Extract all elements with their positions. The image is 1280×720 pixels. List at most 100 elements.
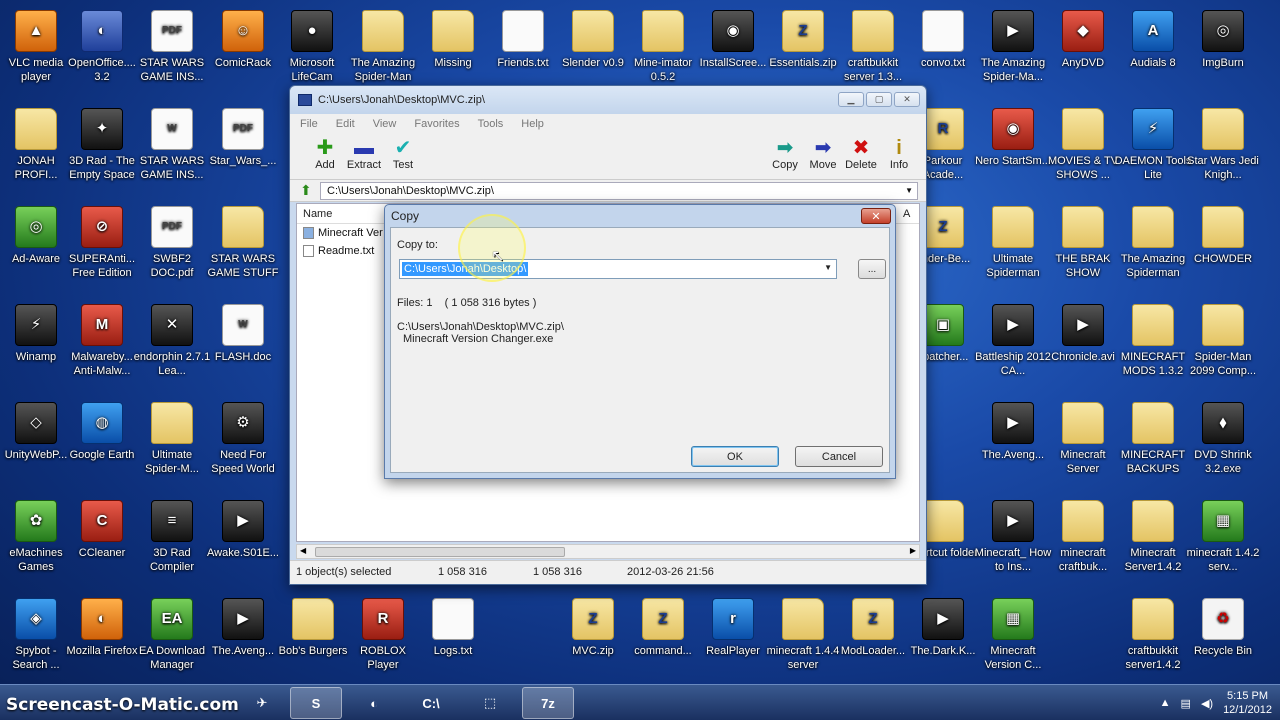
desktop-icon[interactable]: MINECRAFT BACKUPS: [1114, 396, 1192, 486]
desktop-icon[interactable]: ▶ Minecraft_ How to Ins...: [974, 494, 1052, 584]
desktop-icon[interactable]: convo.txt: [904, 4, 982, 94]
desktop-icon[interactable]: ♻ Recycle Bin: [1184, 592, 1262, 682]
desktop-icon[interactable]: The Amazing Spider-Man: [344, 4, 422, 94]
desktop-icon[interactable]: ◎ ImgBurn: [1184, 4, 1262, 94]
desktop-icon[interactable]: ⚙ Need For Speed World: [204, 396, 282, 486]
address-field[interactable]: C:\Users\Jonah\Desktop\MVC.zip\ ▼: [320, 181, 918, 200]
desktop-icon[interactable]: minecraft 1.4.4 server: [764, 592, 842, 682]
scroll-right-icon[interactable]: ▶: [910, 546, 916, 555]
desktop-icon[interactable]: Minecraft Server1.4.2: [1114, 494, 1192, 584]
desktop-icon[interactable]: Bob's Burgers: [274, 592, 352, 682]
browse-button[interactable]: ...: [858, 259, 886, 279]
menu-edit[interactable]: Edit: [336, 118, 355, 130]
desktop-icon[interactable]: W STAR WARS GAME INS...: [133, 102, 211, 192]
desktop-icon[interactable]: PDF Star_Wars_...: [204, 102, 282, 192]
desktop-icon[interactable]: MOVIES & TV SHOWS ...: [1044, 102, 1122, 192]
extract-button[interactable]: ▬ Extract: [343, 137, 385, 171]
desktop-icon[interactable]: Mine-imator 0.5.2: [624, 4, 702, 94]
menu-file[interactable]: File: [300, 118, 318, 130]
desktop-icon[interactable]: ≡ 3D Rad Compiler: [133, 494, 211, 584]
desktop-icon[interactable]: ◐ Mozilla Firefox: [63, 592, 141, 682]
menu-view[interactable]: View: [373, 118, 397, 130]
desktop-icon[interactable]: craftbukkit server 1.3...: [834, 4, 912, 94]
desktop-icon[interactable]: CHOWDER: [1184, 200, 1262, 290]
taskbar-7zip-icon[interactable]: 7z: [522, 687, 574, 719]
add-button[interactable]: ✚ Add: [304, 137, 346, 171]
desktop-icon[interactable]: r RealPlayer: [694, 592, 772, 682]
scroll-left-icon[interactable]: ◀: [300, 546, 306, 555]
menu-favorites[interactable]: Favorites: [414, 118, 459, 130]
close-button[interactable]: ✕: [894, 92, 920, 107]
desktop-icon[interactable]: PDF STAR WARS GAME INS...: [133, 4, 211, 94]
ok-button[interactable]: OK: [691, 446, 779, 467]
desktop-icon[interactable]: ▶ Awake.S01E...: [204, 494, 282, 584]
desktop-icon[interactable]: Z MVC.zip: [554, 592, 632, 682]
desktop-icon[interactable]: Missing: [414, 4, 492, 94]
desktop-icon[interactable]: ▶ The Amazing Spider-Ma...: [974, 4, 1052, 94]
desktop-icon[interactable]: ▶ Chronicle.avi: [1044, 298, 1122, 388]
close-icon[interactable]: ✕: [861, 208, 891, 224]
desktop-icon[interactable]: MINECRAFT MODS 1.3.2: [1114, 298, 1192, 388]
desktop-icon[interactable]: Ultimate Spiderman: [974, 200, 1052, 290]
desktop-icon[interactable]: Z Essentials.zip: [764, 4, 842, 94]
desktop-icon[interactable]: minecraft craftbuk...: [1044, 494, 1122, 584]
volume-icon[interactable]: ◀): [1201, 697, 1213, 710]
sevenzip-titlebar[interactable]: C:\Users\Jonah\Desktop\MVC.zip\: [290, 86, 926, 114]
dialog-titlebar[interactable]: Copy: [385, 205, 895, 227]
menu-help[interactable]: Help: [521, 118, 544, 130]
desktop-icon[interactable]: PDF SWBF2 DOC.pdf: [133, 200, 211, 290]
desktop-icon[interactable]: Z ModLoader...: [834, 592, 912, 682]
chevron-down-icon[interactable]: ▼: [905, 186, 913, 195]
desktop-icon[interactable]: ⚡ DAEMON Tools Lite: [1114, 102, 1192, 192]
desktop-icon[interactable]: Friends.txt: [484, 4, 562, 94]
minimize-button[interactable]: ▁: [838, 92, 864, 107]
taskbar-pin-icon[interactable]: ✈: [236, 687, 288, 719]
desktop-icon[interactable]: ▶ The.Aveng...: [204, 592, 282, 682]
desktop-icon[interactable]: Logs.txt: [414, 592, 492, 682]
desktop-icon[interactable]: ▦ Minecraft Version C...: [974, 592, 1052, 682]
desktop-icon[interactable]: THE BRAK SHOW: [1044, 200, 1122, 290]
taskbar-skype-icon[interactable]: S: [290, 687, 342, 719]
desktop-icon[interactable]: ▦ minecraft 1.4.2 serv...: [1184, 494, 1262, 584]
column-attr[interactable]: A: [903, 208, 910, 220]
desktop-icon[interactable]: ◆ AnyDVD: [1044, 4, 1122, 94]
desktop-icon[interactable]: ▶ Battleship 2012 CA...: [974, 298, 1052, 388]
taskbar-cmd-icon[interactable]: C:\: [405, 687, 457, 719]
desktop-icon[interactable]: ⊘ SUPERAnti... Free Edition: [63, 200, 141, 290]
desktop-icon[interactable]: W FLASH.doc: [204, 298, 282, 388]
scroll-thumb[interactable]: [315, 547, 565, 557]
desktop-icon[interactable]: Minecraft Server: [1044, 396, 1122, 486]
desktop-icon[interactable]: R ROBLOX Player: [344, 592, 422, 682]
desktop-icon[interactable]: ◐ OpenOffice.... 3.2: [63, 4, 141, 94]
desktop-icon[interactable]: ✦ 3D Rad - The Empty Space: [63, 102, 141, 192]
test-button[interactable]: ✔ Test: [382, 137, 424, 171]
desktop-icon[interactable]: ● Microsoft LifeCam: [273, 4, 351, 94]
desktop-icon[interactable]: Star Wars Jedi Knigh...: [1184, 102, 1262, 192]
up-folder-icon[interactable]: ⬆: [300, 182, 320, 199]
desktop-icon[interactable]: ◍ Google Earth: [63, 396, 141, 486]
desktop-icon[interactable]: Zcommand...: [624, 592, 702, 682]
desktop-icon[interactable]: ◉ InstallScree...: [694, 4, 772, 94]
show-hidden-icons-icon[interactable]: ▲: [1160, 697, 1171, 709]
info-button[interactable]: i Info: [878, 137, 920, 171]
desktop-icon[interactable]: C CCleaner: [63, 494, 141, 584]
clock[interactable]: 5:15 PM 12/1/2012: [1223, 689, 1272, 717]
desktop-icon[interactable]: M Malwareby... Anti-Malw...: [63, 298, 141, 388]
desktop-icon[interactable]: ▶ The.Aveng...: [974, 396, 1052, 486]
desktop-icon[interactable]: ▶ The.Dark.K...: [904, 592, 982, 682]
desktop-icon[interactable]: Slender v0.9: [554, 4, 632, 94]
network-icon[interactable]: ▤: [1181, 697, 1191, 710]
taskbar-firefox-icon[interactable]: ◐: [348, 687, 400, 719]
copy-button[interactable]: ➡ Copy: [764, 137, 806, 171]
desktop-icon[interactable]: ✕ endorphin 2.7.1 Lea...: [133, 298, 211, 388]
menu-tools[interactable]: Tools: [478, 118, 504, 130]
horizontal-scrollbar[interactable]: ◀ ▶: [296, 544, 920, 559]
taskbar-snip-icon[interactable]: ⬚: [464, 687, 516, 719]
desktop-icon[interactable]: STAR WARS GAME STUFF: [204, 200, 282, 290]
move-button[interactable]: ➡ Move: [802, 137, 844, 171]
desktop-icon[interactable]: ⬧ DVD Shrink 3.2.exe: [1184, 396, 1262, 486]
delete-button[interactable]: ✖ Delete: [840, 137, 882, 171]
cancel-button[interactable]: Cancel: [795, 446, 883, 467]
maximize-button[interactable]: ▢: [866, 92, 892, 107]
desktop-icon[interactable]: ◉ Nero StartSm...: [974, 102, 1052, 192]
